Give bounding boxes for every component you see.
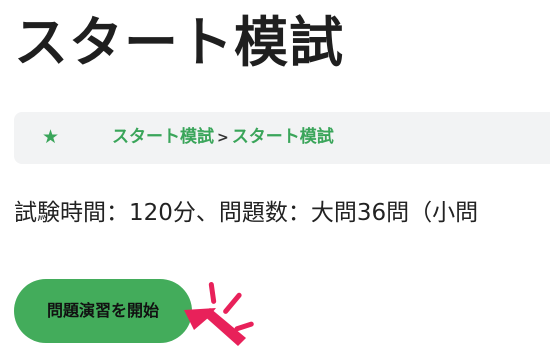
star-icon: ★ [42,126,60,148]
breadcrumb-link-parent[interactable]: スタート模試 [112,127,214,147]
breadcrumb: ★ スタート模試 > スタート模試 [14,112,550,164]
page-title: スタート模試 [14,11,344,74]
red-arrow-pointer-icon [184,282,254,346]
breadcrumb-separator: > [217,130,229,146]
breadcrumb-trail: スタート模試 > スタート模試 [112,125,334,150]
exam-info-text: 試験時間：120分、問題数：大問36問（小問 [14,200,479,226]
page: スタート模試 ★ スタート模試 > スタート模試 試験時間：120分、問題数：大問3… [0,0,550,363]
breadcrumb-link-current[interactable]: スタート模試 [232,127,334,147]
start-practice-button[interactable]: 問題演習を開始 [14,279,192,343]
